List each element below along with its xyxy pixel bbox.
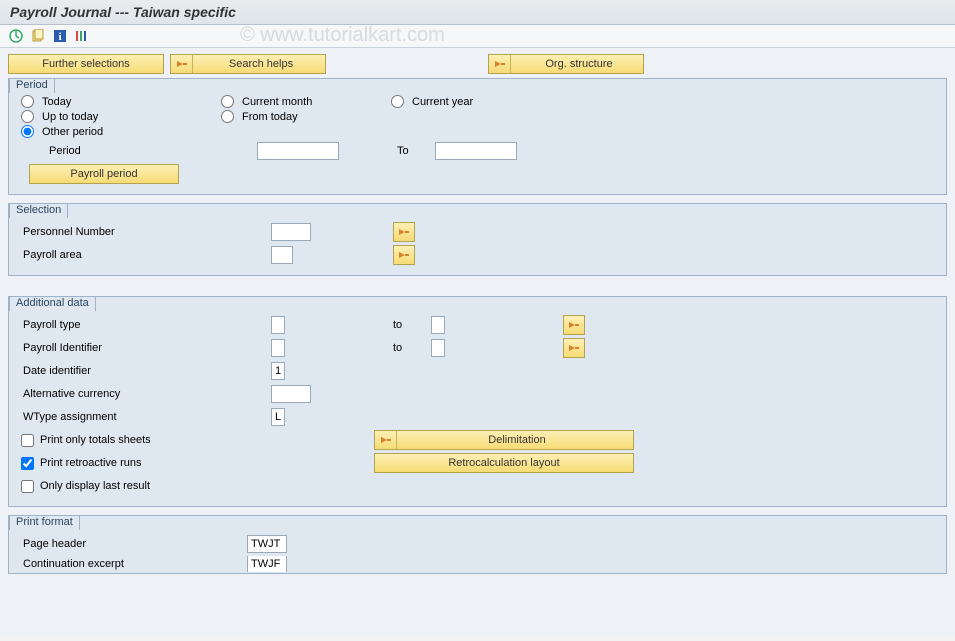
selection-legend: Selection xyxy=(9,203,68,218)
payroll-area-multi-select-button[interactable] xyxy=(393,245,415,265)
search-helps-label: Search helps xyxy=(197,58,325,70)
wtype-assignment-label: WType assignment xyxy=(19,411,271,423)
variant-icon[interactable] xyxy=(30,28,46,44)
only-last-result-checkbox[interactable] xyxy=(21,480,34,493)
print-retro-label: Print retroactive runs xyxy=(40,457,374,469)
payroll-identifier-to-input[interactable] xyxy=(431,339,445,357)
layout-icon[interactable] xyxy=(74,28,90,44)
label-current-month: Current month xyxy=(242,96,312,108)
app-toolbar: i xyxy=(0,25,955,48)
selection-group: Selection Personnel Number Payroll area xyxy=(8,203,947,276)
delimitation-button[interactable]: Delimitation xyxy=(374,430,634,450)
label-current-year: Current year xyxy=(412,96,473,108)
radio-up-to-today[interactable] xyxy=(21,110,34,123)
print-retro-checkbox[interactable] xyxy=(21,457,34,470)
payroll-identifier-label: Payroll Identifier xyxy=(19,342,271,354)
radio-today[interactable] xyxy=(21,95,34,108)
wtype-assignment-input[interactable] xyxy=(271,408,285,426)
label-from-today: From today xyxy=(242,111,298,123)
personnel-multi-select-button[interactable] xyxy=(393,222,415,242)
date-identifier-label: Date identifier xyxy=(19,365,271,377)
payroll-type-to-label: to xyxy=(393,319,431,331)
payroll-identifier-multi-select-button[interactable] xyxy=(563,338,585,358)
period-field-label: Period xyxy=(49,145,257,157)
arrow-right-icon xyxy=(375,431,397,449)
org-structure-label: Org. structure xyxy=(515,58,643,70)
payroll-type-label: Payroll type xyxy=(19,319,271,331)
period-group: Period Today Current month Current year … xyxy=(8,78,947,195)
info-icon[interactable]: i xyxy=(52,28,68,44)
radio-from-today[interactable] xyxy=(221,110,234,123)
arrow-right-icon xyxy=(171,55,193,73)
print-totals-checkbox[interactable] xyxy=(21,434,34,447)
svg-text:i: i xyxy=(58,31,61,43)
personnel-number-label: Personnel Number xyxy=(19,226,271,238)
payroll-period-label: Payroll period xyxy=(70,168,137,180)
page-header-input[interactable] xyxy=(247,535,287,553)
payroll-area-input[interactable] xyxy=(271,246,293,264)
delimitation-label: Delimitation xyxy=(401,434,633,446)
payroll-period-button[interactable]: Payroll period xyxy=(29,164,179,184)
additional-data-legend: Additional data xyxy=(9,296,96,311)
period-to-label: To xyxy=(397,145,435,157)
payroll-identifier-to-label: to xyxy=(393,342,431,354)
payroll-type-multi-select-button[interactable] xyxy=(563,315,585,335)
payroll-type-input[interactable] xyxy=(271,316,285,334)
label-other-period: Other period xyxy=(42,126,103,138)
execute-icon[interactable] xyxy=(8,28,24,44)
radio-current-month[interactable] xyxy=(221,95,234,108)
personnel-number-input[interactable] xyxy=(271,223,311,241)
payroll-area-label: Payroll area xyxy=(19,249,271,261)
date-identifier-input[interactable] xyxy=(271,362,285,380)
alt-currency-label: Alternative currency xyxy=(19,388,271,400)
radio-other-period[interactable] xyxy=(21,125,34,138)
label-up-to-today: Up to today xyxy=(42,111,98,123)
additional-data-group: Additional data Payroll type to Payroll … xyxy=(8,296,947,507)
payroll-identifier-input[interactable] xyxy=(271,339,285,357)
label-today: Today xyxy=(42,96,71,108)
search-helps-button[interactable]: Search helps xyxy=(170,54,326,74)
print-format-legend: Print format xyxy=(9,515,80,530)
window-title: Payroll Journal --- Taiwan specific xyxy=(0,0,955,25)
content-area: Further selections Search helps Org. str… xyxy=(0,48,955,637)
period-to-input[interactable] xyxy=(435,142,517,160)
continuation-excerpt-input[interactable] xyxy=(247,556,287,572)
only-last-result-label: Only display last result xyxy=(40,480,150,492)
arrow-right-icon xyxy=(489,55,511,73)
continuation-excerpt-label: Continuation excerpt xyxy=(19,558,247,570)
retrocalculation-layout-button[interactable]: Retrocalculation layout xyxy=(374,453,634,473)
further-selections-button[interactable]: Further selections xyxy=(8,54,164,74)
further-selections-label: Further selections xyxy=(42,58,129,70)
alt-currency-input[interactable] xyxy=(271,385,311,403)
period-legend: Period xyxy=(9,78,55,93)
retrocalculation-layout-label: Retrocalculation layout xyxy=(448,457,559,469)
org-structure-button[interactable]: Org. structure xyxy=(488,54,644,74)
payroll-type-to-input[interactable] xyxy=(431,316,445,334)
print-format-group: Print format Page header Continuation ex… xyxy=(8,515,947,574)
period-from-input[interactable] xyxy=(257,142,339,160)
radio-current-year[interactable] xyxy=(391,95,404,108)
print-totals-label: Print only totals sheets xyxy=(40,434,374,446)
page-header-label: Page header xyxy=(19,538,247,550)
